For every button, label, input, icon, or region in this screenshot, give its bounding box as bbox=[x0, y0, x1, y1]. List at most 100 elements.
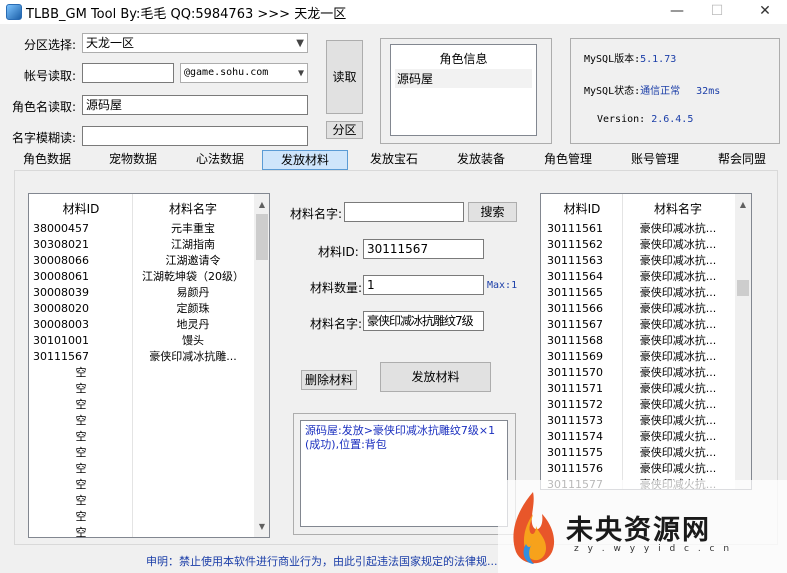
scrollbar-thumb[interactable] bbox=[256, 214, 268, 260]
row-id-cell: 空 bbox=[75, 478, 87, 491]
scroll-up-icon[interactable]: ▲ bbox=[735, 200, 751, 209]
app-version-value: 2.6.4.5 bbox=[651, 114, 694, 125]
row-id-cell: 30101001 bbox=[33, 334, 89, 347]
row-name-cell: 豪侠印减冰抗... bbox=[639, 366, 717, 379]
row-name-cell: 豪侠印减冰抗... bbox=[639, 286, 717, 299]
row-name-cell: 豪侠印减冰抗雕... bbox=[149, 350, 237, 363]
row-name-cell: 豪侠印减冰抗... bbox=[639, 222, 717, 235]
row-name-cell: 豪侠印减火抗... bbox=[639, 398, 717, 411]
mysql-status-value: 通信正常 bbox=[640, 86, 681, 97]
row-name-cell bbox=[133, 397, 253, 413]
role-info-list[interactable]: 角色信息 源码屋 bbox=[390, 44, 537, 136]
row-name-cell: 豪侠印减火抗... bbox=[639, 462, 717, 475]
left-scrollbar[interactable]: ▲ ▼ bbox=[254, 194, 269, 537]
row-id-cell: 空 bbox=[75, 382, 87, 395]
scrollbar-thumb[interactable] bbox=[737, 280, 749, 296]
domain-select-value: @game.sohu.com bbox=[184, 67, 269, 78]
row-name-cell bbox=[133, 477, 253, 493]
tab-issue-gem[interactable]: 发放宝石 bbox=[359, 150, 429, 170]
row-name-cell: 江湖邀请令 bbox=[165, 254, 221, 267]
material-name-display[interactable]: 豪侠印减冰抗雕纹7级 bbox=[363, 311, 484, 331]
role-name-input[interactable]: 源码屋 bbox=[82, 95, 308, 115]
app-version-label: Version: bbox=[597, 114, 646, 125]
watermark-url: z y . w y y i d c . c n bbox=[574, 544, 733, 554]
row-name-cell: 江湖指南 bbox=[171, 238, 215, 251]
row-id-cell: 30008061 bbox=[33, 270, 89, 283]
row-name-cell: 地灵丹 bbox=[176, 318, 210, 331]
row-name-cell: 豪侠印减冰抗... bbox=[639, 334, 717, 347]
row-name-cell: 馒头 bbox=[182, 334, 204, 347]
read-button[interactable]: 读取 bbox=[326, 40, 363, 114]
log-textarea[interactable]: 源码屋:发放>豪侠印减冰抗雕纹7级×1(成功),位置:背包 bbox=[300, 420, 508, 527]
row-id-cell: 30111576 bbox=[547, 462, 603, 475]
row-id-cell: 空 bbox=[75, 430, 87, 443]
fuzzy-name-input[interactable] bbox=[82, 126, 308, 146]
row-name-cell: 豪侠印减火抗... bbox=[639, 430, 717, 443]
row-id-cell: 30008066 bbox=[33, 254, 89, 267]
account-label: 帐号读取: bbox=[24, 69, 77, 83]
row-name-cell bbox=[133, 413, 253, 429]
quantity-input[interactable]: 1 bbox=[363, 275, 484, 295]
tab-xinfa-data[interactable]: 心法数据 bbox=[185, 150, 255, 170]
row-id-cell: 30111565 bbox=[547, 286, 603, 299]
right-scrollbar[interactable]: ▲ bbox=[735, 194, 751, 489]
quantity-label: 材料数量: bbox=[310, 281, 363, 295]
account-input[interactable] bbox=[82, 63, 174, 83]
search-name-input[interactable] bbox=[344, 202, 464, 222]
tab-issue-material[interactable]: 发放材料 bbox=[262, 150, 348, 170]
minimize-icon[interactable]: — bbox=[660, 0, 694, 24]
search-name-label: 材料名字: bbox=[290, 207, 343, 221]
row-id-cell: 30111575 bbox=[547, 446, 603, 459]
row-name-cell bbox=[133, 525, 253, 537]
zone-button[interactable]: 分区 bbox=[326, 121, 363, 139]
tab-role-data[interactable]: 角色数据 bbox=[12, 150, 82, 170]
footer-notice: 申明：禁止使用本软件进行商业行为，由此引起违法国家规定的法律规... bbox=[146, 555, 498, 568]
row-id-cell: 30111563 bbox=[547, 254, 603, 267]
row-name-cell: 豪侠印减火抗... bbox=[639, 382, 717, 395]
row-id-cell: 30111566 bbox=[547, 302, 603, 315]
tab-account-manage[interactable]: 账号管理 bbox=[620, 150, 690, 170]
domain-select[interactable]: @game.sohu.com ▼ bbox=[180, 63, 308, 83]
material-name-label: 材料名字: bbox=[310, 317, 363, 331]
tab-issue-equipment[interactable]: 发放装备 bbox=[446, 150, 516, 170]
row-id-cell: 30111569 bbox=[547, 350, 603, 363]
row-id-cell: 30111564 bbox=[547, 270, 603, 283]
row-name-cell: 豪侠印减火抗... bbox=[639, 446, 717, 459]
chevron-down-icon: ▼ bbox=[296, 38, 304, 49]
row-id-cell: 30308021 bbox=[33, 238, 89, 251]
scroll-down-icon[interactable]: ▼ bbox=[254, 522, 269, 531]
material-id-label: 材料ID: bbox=[318, 245, 359, 259]
scroll-up-icon[interactable]: ▲ bbox=[254, 200, 269, 209]
row-id-cell: 空 bbox=[75, 526, 87, 538]
row-name-cell: 易颜丹 bbox=[176, 286, 210, 299]
row-id-cell: 30111562 bbox=[547, 238, 603, 251]
row-id-cell: 30111574 bbox=[547, 430, 603, 443]
row-id-cell: 30008020 bbox=[33, 302, 89, 315]
row-id-cell: 30111570 bbox=[547, 366, 603, 379]
row-id-cell: 30111571 bbox=[547, 382, 603, 395]
issue-material-button[interactable]: 发放材料 bbox=[380, 362, 491, 392]
maximize-icon[interactable]: ☐ bbox=[700, 0, 734, 24]
tab-guild-alliance[interactable]: 帮会同盟 bbox=[707, 150, 777, 170]
zone-select[interactable]: 天龙一区 ▼ bbox=[82, 33, 308, 53]
material-id-input[interactable]: 30111567 bbox=[363, 239, 484, 259]
row-id-cell: 30111561 bbox=[547, 222, 603, 235]
mysql-version-value: 5.1.73 bbox=[640, 54, 677, 65]
row-id-cell: 空 bbox=[75, 366, 87, 379]
row-id-cell: 空 bbox=[75, 446, 87, 459]
search-button[interactable]: 搜索 bbox=[468, 202, 517, 222]
role-info-item[interactable]: 源码屋 bbox=[395, 69, 532, 88]
tab-role-manage[interactable]: 角色管理 bbox=[533, 150, 603, 170]
mysql-status-row: MySQL状态:通信正常 32ms bbox=[584, 82, 720, 97]
left-material-list[interactable]: 材料ID 材料名字 38000457 元丰重宝 30308021 江湖指南 300080… bbox=[28, 193, 270, 538]
delete-material-button[interactable]: 删除材料 bbox=[301, 370, 357, 390]
left-col-name-header: 材料名字 bbox=[168, 202, 217, 216]
row-id-cell: 30111573 bbox=[547, 414, 603, 427]
right-material-list[interactable]: 材料ID 材料名字 30111561 豪侠印减冰抗... 30111562 豪侠印减冰… bbox=[540, 193, 752, 490]
tab-pet-data[interactable]: 宠物数据 bbox=[98, 150, 168, 170]
close-icon[interactable]: ✕ bbox=[748, 0, 782, 24]
row-id-cell: 38000457 bbox=[33, 222, 89, 235]
role-info-header: 角色信息 bbox=[439, 52, 488, 66]
row-id-cell: 30111567 bbox=[547, 318, 603, 331]
window-title: TLBB_GM Tool By:毛毛 QQ:5984763 >>> 天龙一区 bbox=[26, 7, 347, 22]
